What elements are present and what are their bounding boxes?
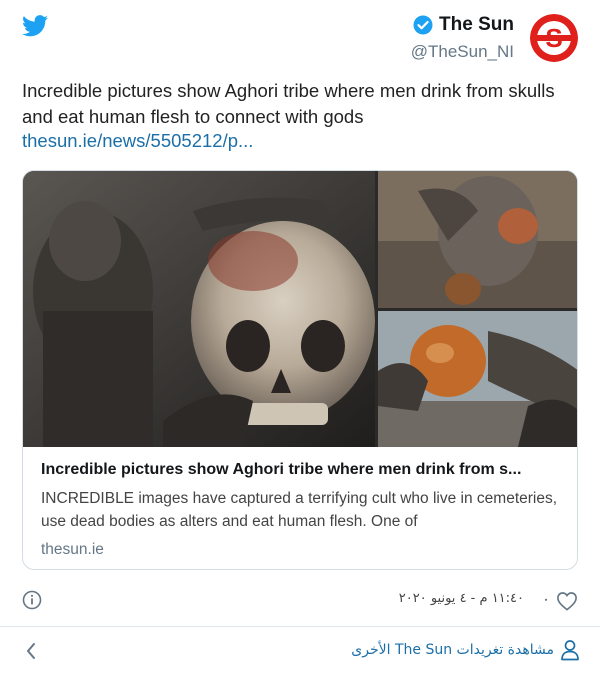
author-info[interactable]: The Sun @TheSun_NI — [411, 14, 514, 62]
info-icon[interactable] — [22, 590, 42, 610]
link-preview-card[interactable]: Incredible pictures show Aghori tribe wh… — [22, 170, 578, 570]
author-display-name[interactable]: The Sun — [439, 14, 514, 36]
person-icon — [561, 640, 579, 661]
embedded-tweet: The Sun @TheSun_NI S Incredible pictures… — [0, 0, 600, 674]
avatar[interactable]: S — [530, 14, 578, 62]
card-domain: thesun.ie — [41, 541, 104, 558]
chevron-left-icon[interactable] — [24, 641, 38, 661]
more-tweets-label[interactable]: مشاهدة تغريدات The Sun الأخرى — [351, 642, 554, 658]
card-title[interactable]: Incredible pictures show Aghori tribe wh… — [41, 461, 559, 479]
card-image-bottom[interactable] — [378, 311, 578, 447]
card-media[interactable] — [23, 171, 577, 447]
card-description: INCREDIBLE images have captured a terrif… — [41, 490, 558, 530]
card-image-top[interactable] — [378, 171, 578, 308]
twitter-bird-icon[interactable] — [22, 14, 48, 38]
avatar-letter: S — [545, 23, 562, 53]
tweet-text: Incredible pictures show Aghori tribe wh… — [22, 80, 555, 127]
tweet-timestamp[interactable]: ١١:٤٠ م - ٤ يونيو ٢٠٢٠ — [399, 591, 524, 606]
tweet-link[interactable]: thesun.ie/news/5505212/p... — [22, 130, 253, 152]
verified-badge-icon — [413, 15, 433, 35]
tweet-footer: ١١:٤٠ م - ٤ يونيو ٢٠٢٠ ٠ — [22, 588, 578, 614]
more-tweets-link[interactable]: مشاهدة تغريدات The Sun الأخرى — [351, 639, 580, 661]
likes-count: ٠ — [541, 591, 550, 608]
heart-icon[interactable] — [556, 591, 578, 611]
author-handle[interactable]: @TheSun_NI — [411, 42, 514, 62]
card-image-main[interactable] — [23, 171, 375, 447]
more-tweets-bar[interactable]: مشاهدة تغريدات The Sun الأخرى — [0, 626, 600, 674]
